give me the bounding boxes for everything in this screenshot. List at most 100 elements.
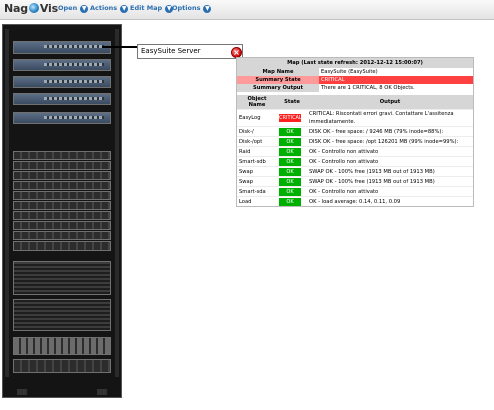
map-name-label: Map Name (237, 68, 319, 76)
chevron-down-icon: ▼ (203, 5, 212, 13)
service-name: Smart-sdb (237, 156, 277, 167)
service-row: Swap OK SWAP OK - 100% free (1913 MB out o… (237, 166, 473, 177)
service-row: Smart-sda OK OK - Controllo non attivato (237, 186, 473, 197)
server-rack-image[interactable] (2, 24, 122, 398)
service-row: Smart-sdb OK OK - Controllo non attivato (237, 156, 473, 167)
popup-title: Map (Last state refresh: 2012-12-12 15:0… (237, 58, 473, 68)
rack-unit-server (13, 201, 111, 210)
host-connector-line (102, 46, 138, 48)
rack-unit-server (13, 191, 111, 200)
service-state-badge: OK (279, 147, 301, 156)
logo-text-pre: Nag (4, 2, 28, 15)
service-name: Raid (237, 146, 277, 157)
rack-rail-right (115, 29, 119, 377)
service-output: DISK OK - free space: /opt 126201 MB (99… (307, 136, 473, 147)
menu-options[interactable]: Options ▼ (172, 4, 212, 13)
service-state-cell: OK (277, 156, 307, 167)
service-state-badge: OK (279, 177, 301, 186)
service-state-cell: OK (277, 126, 307, 137)
rack-unit-server (13, 231, 111, 240)
rack-unit-server (13, 359, 111, 373)
col-state: State (277, 95, 307, 110)
col-output: Output (307, 95, 473, 110)
service-state-badge: OK (279, 127, 301, 136)
service-table: Object Name State Output EasyLog CRITICAL… (237, 95, 473, 206)
rack-unit-server (13, 241, 111, 251)
summary-output-label: Summary Output (237, 84, 319, 92)
menu-open[interactable]: Open ▼ (58, 4, 89, 13)
menu-actions-label: Actions (90, 4, 118, 12)
rack-unit-server (13, 221, 111, 230)
service-state-badge: CRITICAL (279, 114, 302, 122)
summary-state-value: CRITICAL (319, 76, 473, 84)
rack-unit-server (13, 181, 111, 190)
host-name: EasySuite Server (141, 47, 201, 55)
rack-foot (97, 389, 107, 395)
summary-row: Map Name EasySuite (EasySuite) (237, 68, 473, 76)
service-state-cell: OK (277, 166, 307, 177)
logo-text-post: Vis (39, 2, 58, 15)
summary-state-label: Summary State (237, 76, 319, 84)
service-state-cell: CRITICAL (277, 109, 307, 127)
service-state-badge: OK (279, 187, 301, 196)
service-state-cell: OK (277, 136, 307, 147)
service-output: SWAP OK - 100% free (1913 MB out of 1913… (307, 166, 473, 177)
service-name: Disk-/opt (237, 136, 277, 147)
menu-actions[interactable]: Actions ▼ (90, 4, 129, 13)
service-output: OK - load average: 0.14, 0.11, 0.09 (307, 196, 473, 206)
summary-table: Map Name EasySuite (EasySuite) Summary S… (237, 68, 473, 92)
nagvis-logo[interactable]: Nag Vis (4, 2, 58, 15)
service-name: Load (237, 196, 277, 206)
chevron-down-icon: ▼ (120, 5, 129, 13)
rack-unit-server (13, 211, 111, 220)
service-name: Smart-sda (237, 186, 277, 197)
top-menu-bar: Nag Vis Open ▼ Actions ▼ Edit Map ▼ Options ▼ (0, 0, 494, 20)
service-output: CRITICAL: Riscontati errori gravi. Conta… (307, 109, 473, 127)
service-output: DISK OK - free space: / 9246 MB (79% ino… (307, 126, 473, 137)
summary-row: Summary Output There are 1 CRITICAL, 8 O… (237, 84, 473, 92)
service-state-cell: OK (277, 196, 307, 206)
rack-foot (17, 389, 27, 395)
rack-unit-server (13, 161, 111, 170)
service-state-badge: OK (279, 167, 301, 176)
service-output: SWAP OK - 100% free (1913 MB out of 1913… (307, 176, 473, 187)
service-name: Swap (237, 166, 277, 177)
rack-unit-server (13, 151, 111, 160)
rack-unit-server (13, 171, 111, 180)
rack-unit-switch (13, 93, 111, 105)
service-output: OK - Controllo non attivato (307, 146, 473, 157)
map-name-value: EasySuite (EasySuite) (321, 69, 378, 75)
service-state-cell: OK (277, 186, 307, 197)
service-state-badge: OK (279, 157, 301, 166)
service-state-cell: OK (277, 176, 307, 187)
service-row: Load OK OK - load average: 0.14, 0.11, 0.0… (237, 196, 473, 206)
rack-unit-disk-array (13, 337, 111, 355)
menu-options-label: Options (172, 4, 201, 12)
host-label-box[interactable]: EasySuite Server × (137, 44, 243, 59)
service-output: OK - Controllo non attivato (307, 186, 473, 197)
rack-unit-storage (13, 299, 111, 331)
eye-icon (28, 3, 39, 13)
rack-rail-left (5, 29, 9, 377)
rack-unit-switch (13, 76, 111, 88)
service-table-header: Object Name State Output (237, 95, 473, 110)
summary-row: Summary State CRITICAL (237, 76, 473, 84)
service-name: Swap (237, 176, 277, 187)
service-name: Disk-/ (237, 126, 277, 137)
rack-unit-switch (13, 112, 111, 124)
menu-edit-map-label: Edit Map (130, 4, 163, 12)
service-state-cell: OK (277, 146, 307, 157)
service-state-badge: OK (279, 197, 301, 206)
menu-edit-map[interactable]: Edit Map ▼ (130, 4, 174, 13)
hover-info-popup: Map (Last state refresh: 2012-12-12 15:0… (236, 57, 474, 207)
menu-open-label: Open (58, 4, 78, 12)
service-row: Raid OK OK - Controllo non attivato (237, 146, 473, 157)
service-row: Disk-/opt OK DISK OK - free space: /opt 12… (237, 136, 473, 147)
service-row: EasyLog CRITICAL CRITICAL: Riscontati erro… (237, 109, 473, 127)
rack-unit-switch (13, 41, 111, 54)
summary-output-value: There are 1 CRITICAL, 8 OK Objects. (321, 85, 415, 91)
service-state-badge: OK (279, 137, 301, 146)
service-name: EasyLog (237, 109, 277, 127)
service-row: Swap OK SWAP OK - 100% free (1913 MB out o… (237, 176, 473, 187)
chevron-down-icon: ▼ (80, 5, 89, 13)
